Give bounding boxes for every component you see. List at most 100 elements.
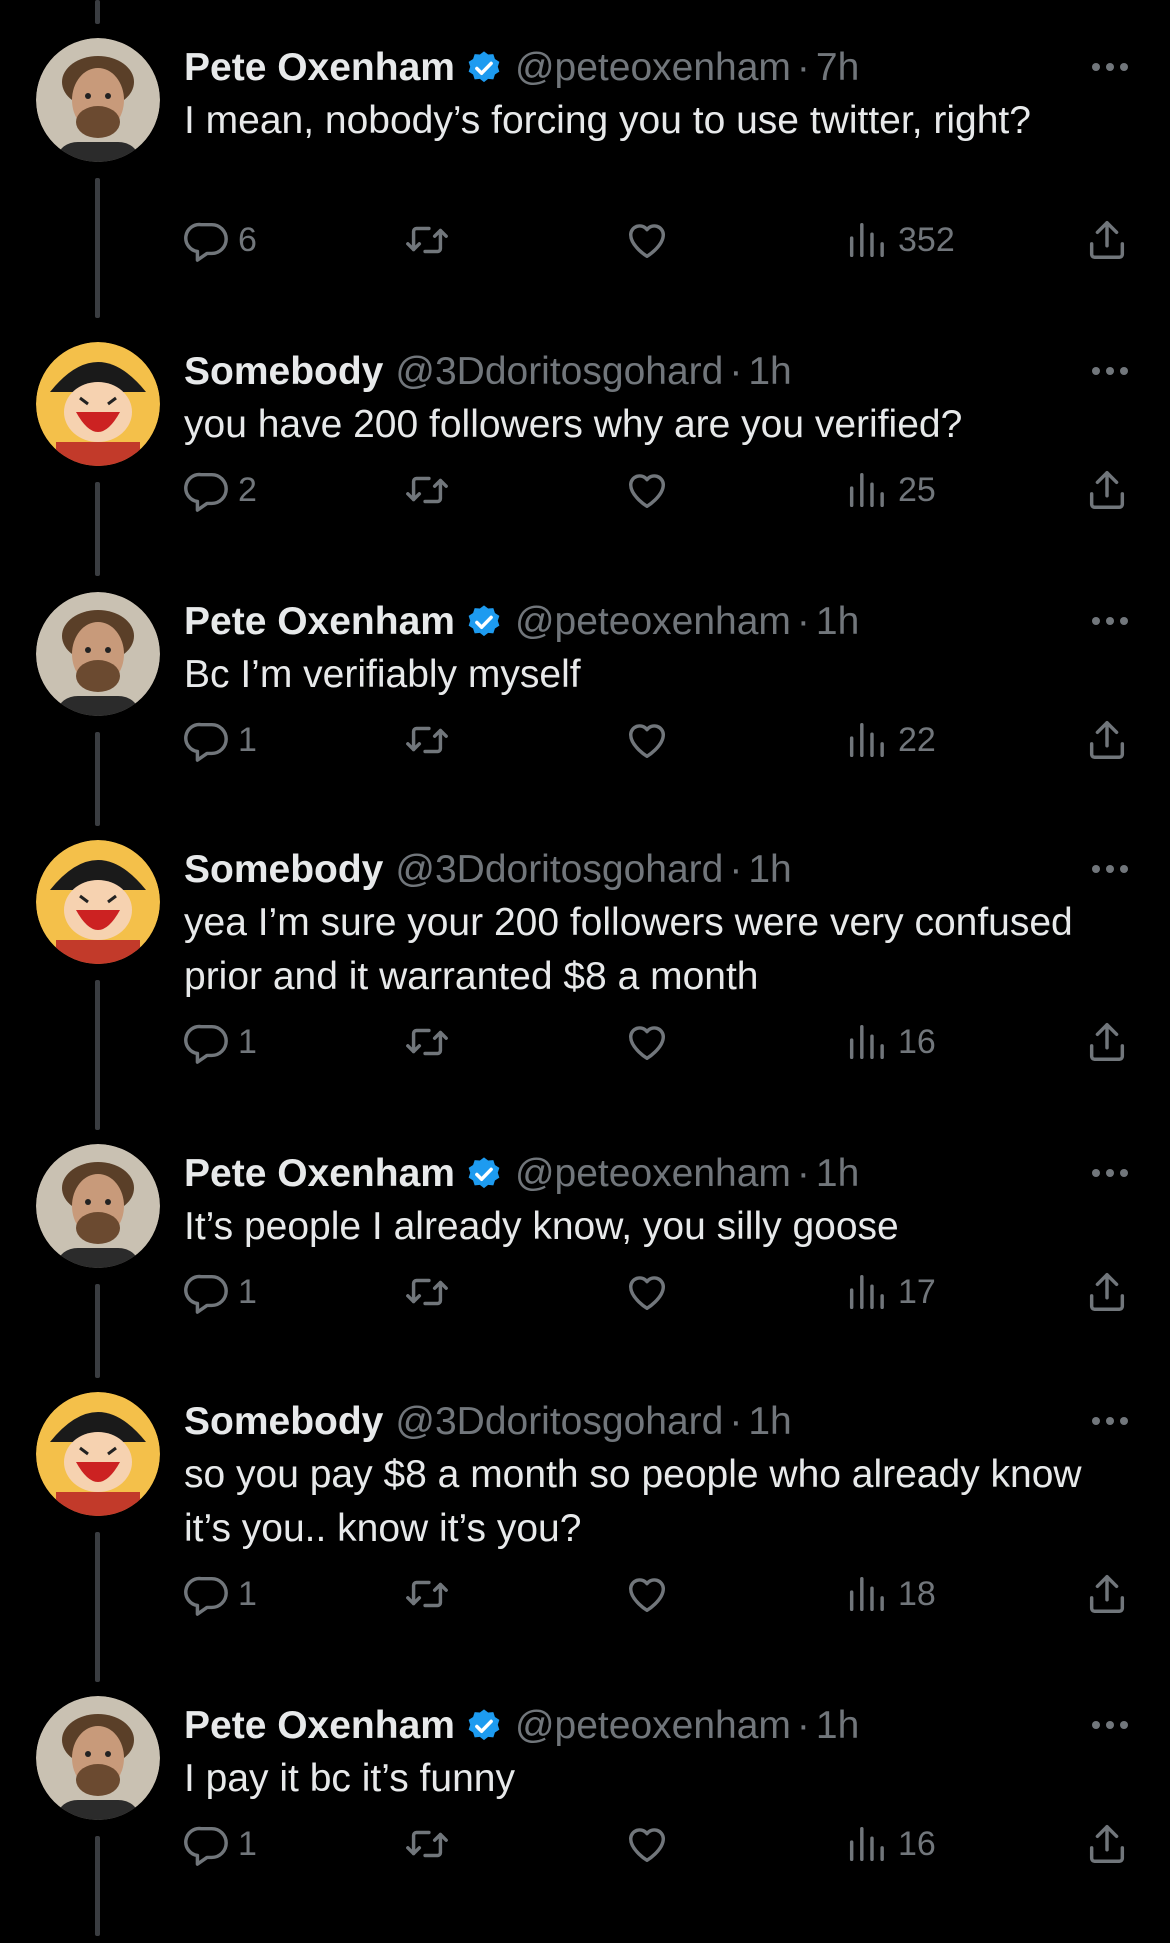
share-button[interactable] (1084, 210, 1130, 270)
reply-button[interactable]: 6 (184, 210, 257, 270)
reply-button[interactable]: 1 (184, 1262, 257, 1322)
handle[interactable]: @3Ddoritosgohard (395, 848, 723, 892)
share-icon (1089, 721, 1125, 759)
share-button[interactable] (1084, 1262, 1130, 1322)
retweet-button[interactable] (404, 1814, 450, 1874)
like-button[interactable] (624, 710, 670, 770)
action-bar: 1 22 (184, 710, 1144, 770)
display-name[interactable]: Pete Oxenham (184, 600, 455, 644)
more-icon[interactable] (1086, 1710, 1134, 1740)
timestamp[interactable]: 7h (816, 46, 859, 90)
verified-icon (468, 1157, 500, 1189)
display-name[interactable]: Somebody (184, 848, 383, 892)
reply-button[interactable]: 2 (184, 460, 257, 520)
retweet-button[interactable] (404, 1262, 450, 1322)
reply-icon (184, 722, 228, 762)
handle[interactable]: @peteoxenham (515, 1152, 791, 1196)
share-button[interactable] (1084, 1012, 1130, 1072)
thread-connector (95, 732, 100, 826)
like-button[interactable] (624, 1564, 670, 1624)
thread-connector (95, 482, 100, 576)
retweet-button[interactable] (404, 1564, 450, 1624)
handle[interactable]: @peteoxenham (515, 1704, 791, 1748)
timestamp[interactable]: 1h (816, 600, 859, 644)
avatar[interactable] (36, 1144, 160, 1268)
separator: · (729, 1400, 743, 1443)
action-bar: 2 25 (184, 460, 1144, 520)
like-icon (628, 1828, 666, 1863)
retweet-button[interactable] (404, 710, 450, 770)
handle[interactable]: @peteoxenham (515, 46, 791, 90)
share-icon (1089, 471, 1125, 509)
views-button[interactable]: 22 (844, 710, 936, 770)
like-button[interactable] (624, 1814, 670, 1874)
views-icon (849, 1024, 884, 1060)
views-button[interactable]: 16 (844, 1814, 936, 1874)
like-button[interactable] (624, 1262, 670, 1322)
like-icon (628, 1578, 666, 1613)
tweet-header: Somebody @3Ddoritosgohard · 1h (184, 1392, 1130, 1452)
views-button[interactable]: 18 (844, 1564, 936, 1624)
avatar[interactable] (36, 38, 160, 162)
view-count: 16 (898, 1022, 936, 1061)
views-button[interactable]: 352 (844, 210, 955, 270)
share-button[interactable] (1084, 460, 1130, 520)
avatar[interactable] (36, 1392, 160, 1516)
views-button[interactable]: 16 (844, 1012, 936, 1072)
display-name[interactable]: Pete Oxenham (184, 1152, 455, 1196)
views-button[interactable]: 25 (844, 460, 936, 520)
separator: · (796, 600, 810, 643)
retweet-button[interactable] (404, 210, 450, 270)
like-button[interactable] (624, 210, 670, 270)
reply-button[interactable]: 1 (184, 1814, 257, 1874)
more-icon[interactable] (1086, 356, 1134, 386)
separator: · (796, 1704, 810, 1747)
reply-button[interactable]: 1 (184, 1564, 257, 1624)
views-button[interactable]: 17 (844, 1262, 936, 1322)
display-name[interactable]: Somebody (184, 350, 383, 394)
display-name[interactable]: Somebody (184, 1400, 383, 1444)
handle[interactable]: @3Ddoritosgohard (395, 1400, 723, 1444)
action-bar: 6 352 (184, 210, 1144, 270)
like-button[interactable] (624, 1012, 670, 1072)
like-button[interactable] (624, 460, 670, 520)
tweet-header: Somebody @3Ddoritosgohard · 1h (184, 342, 1130, 402)
tweet-text: Bc I’m verifiably myself (184, 653, 581, 696)
conversation-thread: Pete Oxenham @peteoxenham · 7h I mean, n… (0, 0, 1170, 1943)
avatar[interactable] (36, 342, 160, 466)
reply-button[interactable]: 1 (184, 710, 257, 770)
more-icon[interactable] (1086, 1406, 1134, 1436)
timestamp[interactable]: 1h (748, 350, 791, 394)
share-button[interactable] (1084, 1564, 1130, 1624)
reply-count: 1 (238, 1022, 257, 1061)
timestamp[interactable]: 1h (748, 848, 791, 892)
retweet-button[interactable] (404, 1012, 450, 1072)
display-name[interactable]: Pete Oxenham (184, 46, 455, 90)
reply-icon (184, 1826, 228, 1866)
action-bar: 1 18 (184, 1564, 1144, 1624)
timestamp[interactable]: 1h (748, 1400, 791, 1444)
verified-icon (468, 1709, 500, 1741)
more-icon[interactable] (1086, 52, 1134, 82)
thread-connector (95, 0, 100, 24)
avatar[interactable] (36, 592, 160, 716)
more-icon[interactable] (1086, 1158, 1134, 1188)
more-icon[interactable] (1086, 854, 1134, 884)
share-button[interactable] (1084, 1814, 1130, 1874)
tweet-header: Pete Oxenham @peteoxenham · 1h (184, 1144, 1130, 1204)
retweet-icon (406, 726, 448, 754)
avatar[interactable] (36, 1696, 160, 1820)
more-icon[interactable] (1086, 606, 1134, 636)
thread-connector (95, 178, 100, 318)
separator: · (729, 350, 743, 393)
handle[interactable]: @peteoxenham (515, 600, 791, 644)
views-icon (849, 1576, 884, 1612)
retweet-button[interactable] (404, 460, 450, 520)
display-name[interactable]: Pete Oxenham (184, 1704, 455, 1748)
timestamp[interactable]: 1h (816, 1152, 859, 1196)
avatar[interactable] (36, 840, 160, 964)
reply-button[interactable]: 1 (184, 1012, 257, 1072)
handle[interactable]: @3Ddoritosgohard (395, 350, 723, 394)
share-button[interactable] (1084, 710, 1130, 770)
timestamp[interactable]: 1h (816, 1704, 859, 1748)
